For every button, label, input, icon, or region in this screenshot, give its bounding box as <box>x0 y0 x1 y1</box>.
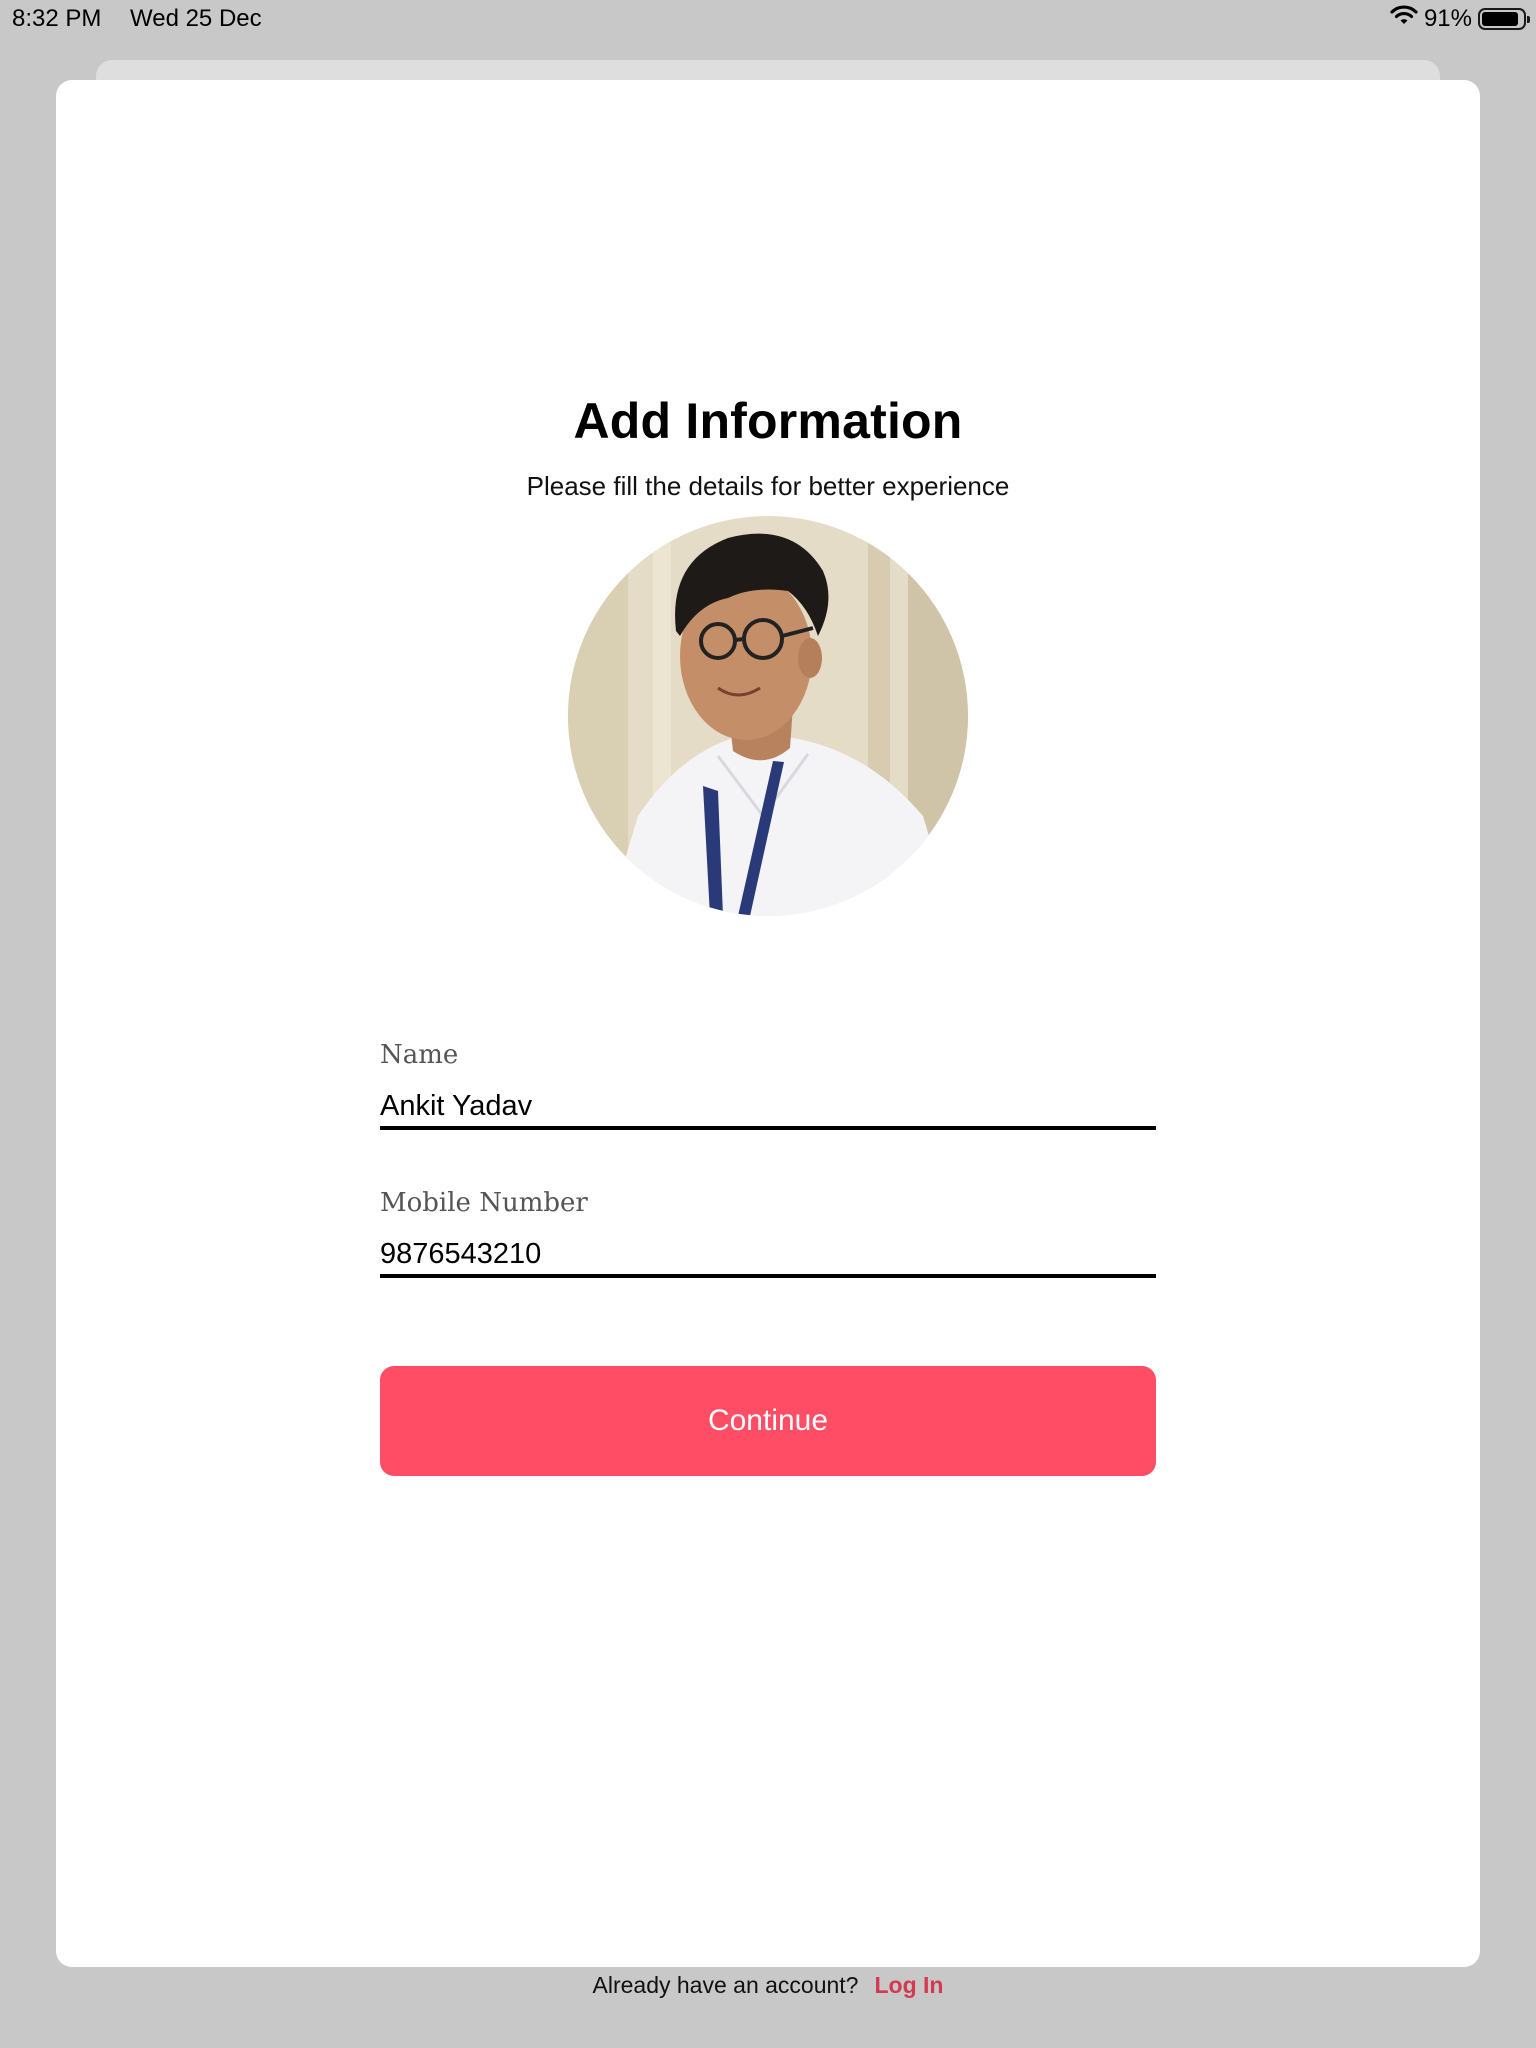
battery-tip <box>1527 15 1530 23</box>
profile-avatar[interactable] <box>568 516 968 916</box>
page-title: Add Information <box>573 393 963 449</box>
battery-fill <box>1482 11 1519 26</box>
mobile-field-group: Mobile Number <box>380 1188 1156 1278</box>
status-bar: 8:32 PM Wed 25 Dec 91% <box>0 0 1536 40</box>
add-information-sheet: Add Information Please fill the details … <box>56 80 1480 1967</box>
continue-button[interactable]: Continue <box>380 1366 1156 1476</box>
login-link[interactable]: Log In <box>874 1972 943 1998</box>
already-have-account-text: Already have an account? <box>592 1972 859 1998</box>
battery-icon <box>1478 7 1530 30</box>
page-subtitle: Please fill the details for better exper… <box>526 471 1010 501</box>
status-time: 8:32 PM <box>12 5 102 32</box>
mobile-number-input[interactable] <box>380 1236 1156 1278</box>
battery-percent: 91% <box>1423 4 1472 32</box>
mobile-label: Mobile Number <box>380 1188 588 1218</box>
login-prompt: Already have an account? Log In <box>0 1972 1536 1999</box>
name-input[interactable] <box>380 1088 1156 1130</box>
status-date: Wed 25 Dec <box>130 5 262 32</box>
name-label: Name <box>380 1040 459 1070</box>
wifi-icon <box>1390 4 1418 33</box>
status-indicators: 91% <box>1390 4 1530 33</box>
name-field-group: Name <box>380 1040 1156 1130</box>
